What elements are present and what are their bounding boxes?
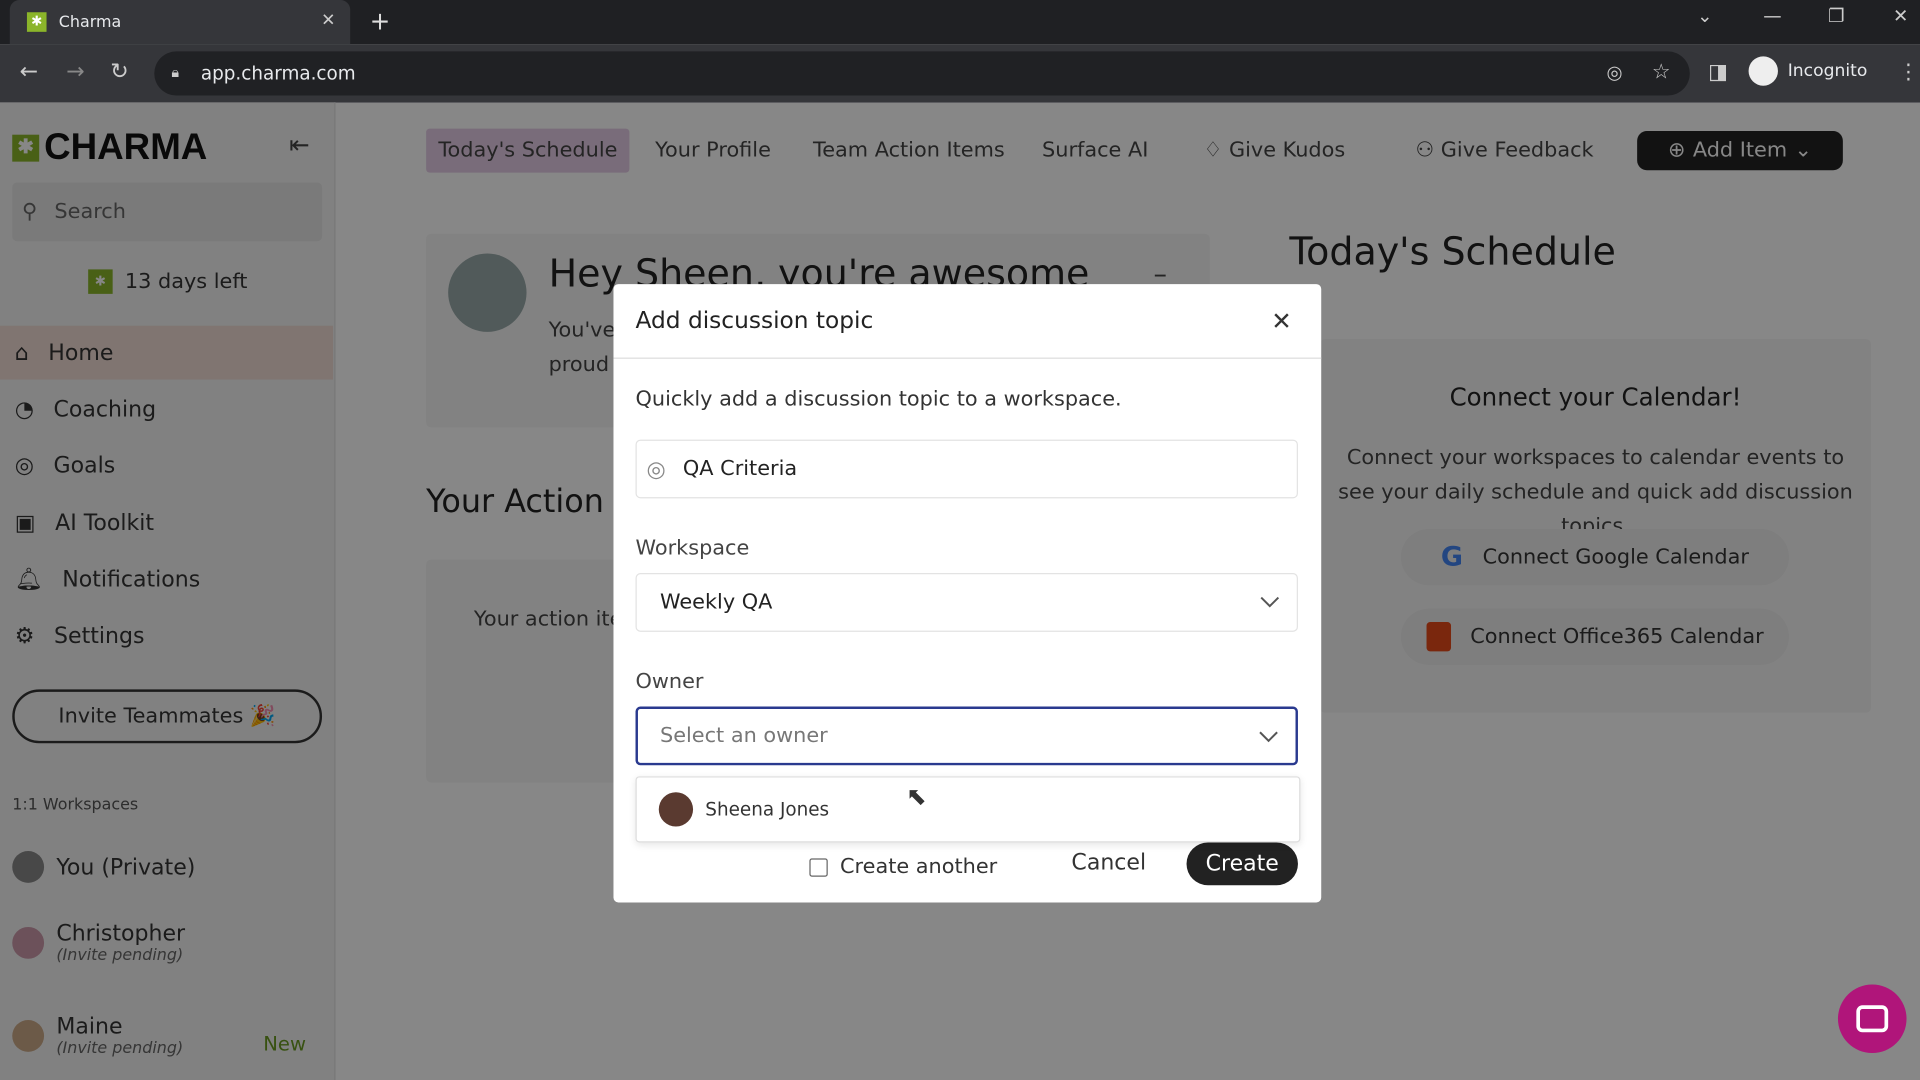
charma-favicon: ✱ — [26, 12, 47, 32]
owner-select[interactable]: Select an owner — [635, 706, 1298, 766]
chevron-down-icon — [1260, 596, 1280, 608]
owner-dropdown-list: Sheena Jones — [635, 776, 1301, 843]
tab-title: Charma — [58, 12, 122, 32]
back-icon[interactable]: ← — [20, 59, 38, 85]
check-circle-icon: ◎ — [646, 456, 666, 482]
url-field[interactable]: app.charma.com — [154, 51, 1690, 96]
browser-menu-icon[interactable]: ⋮ — [1898, 60, 1919, 84]
incognito-badge[interactable]: Incognito — [1748, 56, 1868, 86]
create-another-label: Create another — [840, 854, 998, 880]
create-another-checkbox[interactable]: Create another — [809, 855, 997, 879]
mouse-cursor-icon: ⬉ — [906, 781, 927, 811]
lock-icon: 🔒︎ — [171, 63, 180, 81]
chat-icon — [1856, 1005, 1889, 1033]
add-discussion-topic-modal: Add discussion topic ✕ Quickly add a disc… — [613, 284, 1322, 903]
modal-description: Quickly add a discussion topic to a work… — [635, 386, 1122, 412]
incognito-icon — [1748, 56, 1778, 86]
topic-input[interactable]: ◎ QA Criteria — [635, 439, 1298, 499]
restore-icon[interactable]: ❐ — [1828, 5, 1844, 27]
owner-placeholder: Select an owner — [660, 723, 828, 749]
cancel-button[interactable]: Cancel — [1071, 850, 1146, 876]
eye-off-icon[interactable]: ◎ — [1607, 61, 1623, 83]
side-panel-icon[interactable]: ◨ — [1708, 60, 1728, 84]
close-tab-icon[interactable]: ✕ — [321, 11, 335, 31]
browser-tab[interactable]: ✱ Charma ✕ — [9, 0, 351, 45]
topic-value: QA Criteria — [682, 456, 798, 482]
workspace-label: Workspace — [635, 536, 750, 561]
star-icon[interactable]: ☆ — [1652, 60, 1671, 84]
close-icon[interactable]: ✕ — [1271, 306, 1292, 335]
owner-option-label: Sheena Jones — [705, 798, 830, 821]
modal-title: Add discussion topic — [635, 307, 874, 335]
tab-search-icon[interactable]: ⌄ — [1697, 5, 1712, 27]
reload-icon[interactable]: ↻ — [110, 59, 128, 85]
avatar — [658, 792, 694, 827]
owner-label: Owner — [635, 669, 704, 695]
chevron-down-icon — [1259, 731, 1278, 743]
minimize-icon[interactable]: — — [1763, 5, 1781, 27]
checkbox-box[interactable] — [809, 857, 828, 877]
url-text: app.charma.com — [200, 62, 356, 85]
workspace-value: Weekly QA — [660, 590, 773, 615]
forward-icon[interactable]: → — [66, 59, 84, 85]
incognito-label: Incognito — [1787, 61, 1868, 81]
create-button[interactable]: Create — [1186, 842, 1298, 886]
owner-option[interactable]: Sheena Jones — [658, 792, 830, 827]
chat-launcher-button[interactable] — [1837, 984, 1907, 1054]
new-tab-icon[interactable]: + — [370, 6, 391, 35]
window-close-icon[interactable]: ✕ — [1893, 5, 1908, 27]
workspace-select[interactable]: Weekly QA — [635, 573, 1298, 632]
